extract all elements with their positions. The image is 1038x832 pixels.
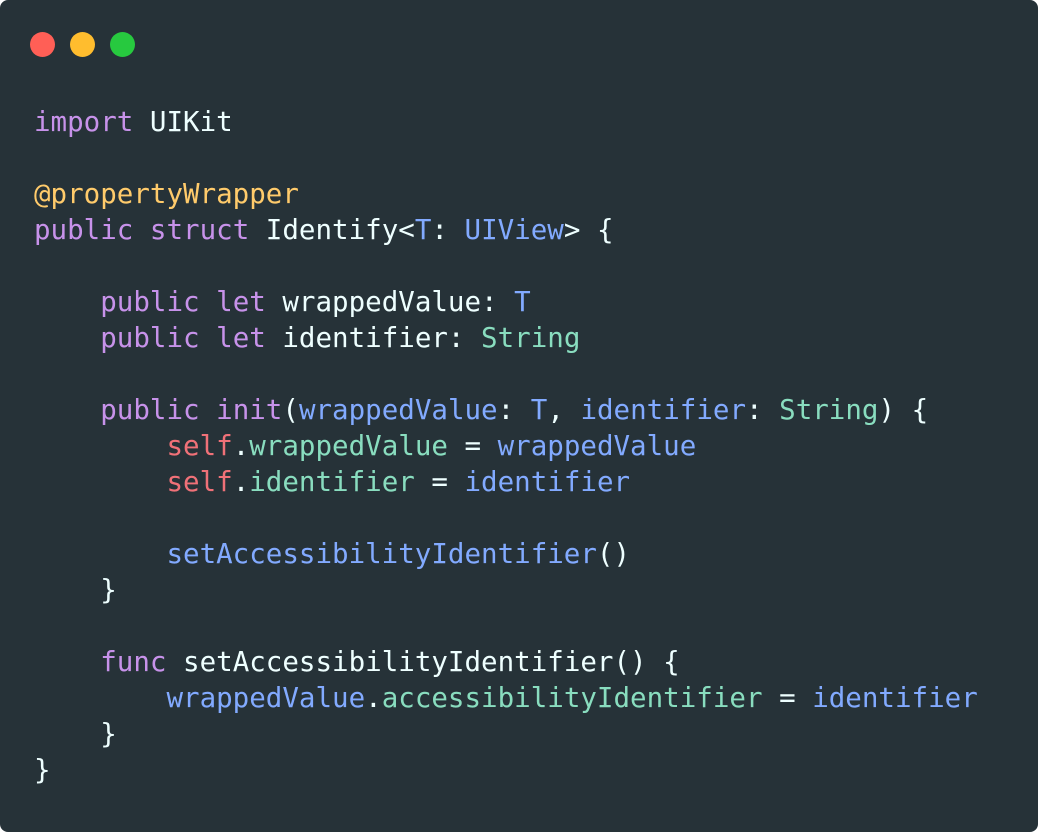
- code-line: import UIKit: [34, 104, 978, 140]
- code-token: T: [530, 394, 548, 426]
- code-token: .: [365, 682, 382, 714]
- code-token: public: [100, 322, 200, 354]
- code-token: init: [216, 394, 283, 426]
- code-line: public init(wrappedValue: T, identifier:…: [34, 392, 978, 428]
- code-token: =: [447, 430, 498, 462]
- code-token: .: [232, 430, 250, 462]
- code-token: String: [481, 322, 581, 354]
- code-token: wrappedValue: [249, 430, 448, 462]
- maximize-button[interactable]: [110, 32, 135, 57]
- code-token: identifier: [464, 466, 631, 498]
- code-token: > {: [563, 214, 614, 246]
- code-token: identifier: [580, 394, 747, 426]
- code-token: wrappedValue:: [265, 286, 515, 318]
- code-token: setAccessibilityIdentifier: [166, 538, 597, 570]
- code-token: =: [414, 466, 465, 498]
- code-line: }: [34, 716, 978, 752]
- code-line: wrappedValue.accessibilityIdentifier = i…: [34, 680, 978, 716]
- code-line: }: [34, 572, 978, 608]
- code-token: import: [34, 106, 134, 138]
- code-token: setAccessibilityIdentifier() {: [166, 646, 680, 678]
- code-token: func: [100, 646, 167, 678]
- code-token: }: [34, 754, 51, 786]
- minimize-button[interactable]: [70, 32, 95, 57]
- code-line: public struct Identify<T: UIView> {: [34, 212, 978, 248]
- code-line: @propertyWrapper: [34, 176, 978, 212]
- code-token: =: [762, 682, 813, 714]
- code-token: struct: [149, 214, 250, 246]
- window-controls: [30, 32, 135, 57]
- code-line: func setAccessibilityIdentifier() {: [34, 644, 978, 680]
- code-line: setAccessibilityIdentifier(): [34, 536, 978, 572]
- code-token: :: [497, 394, 531, 426]
- code-token: ,: [547, 394, 581, 426]
- code-token: wrappedValue: [166, 682, 366, 714]
- code-window: import UIKit @propertyWrapper public struc…: [0, 0, 1038, 832]
- code-token: ) {: [878, 394, 929, 426]
- code-token: let: [216, 322, 266, 354]
- code-line: }: [34, 752, 978, 788]
- code-line: self.wrappedValue = wrappedValue: [34, 428, 978, 464]
- code-token: (: [282, 394, 299, 426]
- code-line: self.identifier = identifier: [34, 464, 978, 500]
- code-token: identifier:: [265, 322, 482, 354]
- code-token: public: [34, 214, 134, 246]
- code-token: UIView: [464, 214, 564, 246]
- code-token: accessibilityIdentifier: [381, 682, 763, 714]
- code-token: public: [100, 394, 200, 426]
- code-token: }: [34, 574, 117, 606]
- code-token: public: [100, 286, 200, 318]
- code-token: T: [414, 214, 432, 246]
- code-token: (): [596, 538, 631, 570]
- code-line: public let wrappedValue: T: [34, 284, 978, 320]
- code-token: :: [746, 394, 780, 426]
- code-token: wrappedValue: [497, 430, 697, 462]
- code-line: public let identifier: String: [34, 320, 978, 356]
- code-token: @propertyWrapper: [34, 178, 299, 210]
- close-button[interactable]: [30, 32, 55, 57]
- code-token: T: [514, 286, 531, 318]
- code-token: UIKit: [133, 106, 233, 138]
- code-block: import UIKit @propertyWrapper public struc…: [34, 104, 978, 788]
- code-token: identifier: [812, 682, 978, 714]
- code-token: let: [216, 286, 266, 318]
- code-token: }: [34, 718, 117, 750]
- code-token: Identify<: [249, 214, 415, 246]
- code-token: String: [779, 394, 879, 426]
- code-token: :: [431, 214, 465, 246]
- code-token: self: [166, 466, 233, 498]
- code-token: identifier: [249, 466, 415, 498]
- code-token: .: [232, 466, 250, 498]
- code-token: self: [166, 430, 233, 462]
- code-token: wrappedValue: [298, 394, 498, 426]
